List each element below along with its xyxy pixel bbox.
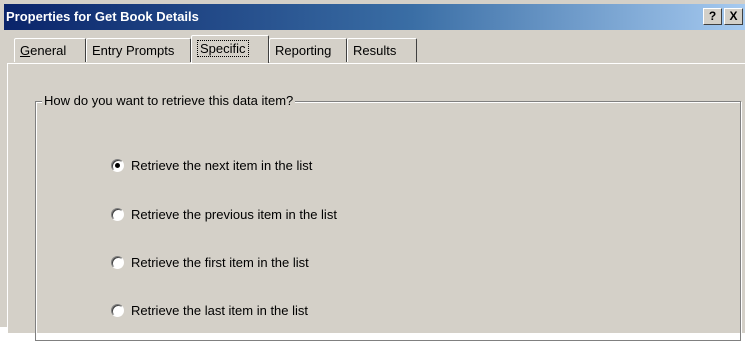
- radio-next-item[interactable]: [111, 159, 124, 172]
- tab-results-label: Results: [353, 43, 397, 58]
- tab-entry-prompts[interactable]: Entry Prompts: [86, 38, 191, 62]
- tab-reporting[interactable]: Reporting: [269, 38, 347, 62]
- window-title: Properties for Get Book Details: [6, 9, 199, 24]
- tab-reporting-label: Reporting: [275, 43, 332, 58]
- option-last-item-label[interactable]: Retrieve the last item in the list: [131, 303, 308, 318]
- tab-general[interactable]: General: [14, 38, 86, 62]
- option-previous-item-label[interactable]: Retrieve the previous item in the list: [131, 207, 337, 222]
- tab-entry-prompts-label: Entry Prompts: [92, 43, 175, 58]
- help-button[interactable]: ?: [703, 8, 722, 25]
- tab-general-accel: G: [20, 43, 31, 58]
- tab-specific-label: Specific: [197, 40, 249, 57]
- radio-selected-dot: [115, 163, 120, 168]
- retrieve-groupbox: How do you want to retrieve this data it…: [35, 93, 741, 341]
- radio-last-item[interactable]: [111, 304, 124, 317]
- tab-specific[interactable]: Specific: [191, 35, 269, 63]
- radio-first-item[interactable]: [111, 256, 124, 269]
- tab-general-label: eneral: [30, 43, 67, 58]
- tab-strip: General Entry Prompts Specific Reporting…: [7, 35, 745, 64]
- title-bar[interactable]: Properties for Get Book Details ? X: [4, 4, 745, 30]
- close-button[interactable]: X: [724, 8, 743, 25]
- specific-tab-page: How do you want to retrieve this data it…: [7, 63, 745, 341]
- option-next-item-label[interactable]: Retrieve the next item in the list: [131, 158, 312, 173]
- option-first-item-label[interactable]: Retrieve the first item in the list: [131, 255, 309, 270]
- radio-previous-item[interactable]: [111, 208, 124, 221]
- tab-results[interactable]: Results: [347, 38, 417, 62]
- groupbox-label: How do you want to retrieve this data it…: [42, 93, 296, 108]
- properties-dialog: Properties for Get Book Details ? X Gene…: [0, 0, 745, 341]
